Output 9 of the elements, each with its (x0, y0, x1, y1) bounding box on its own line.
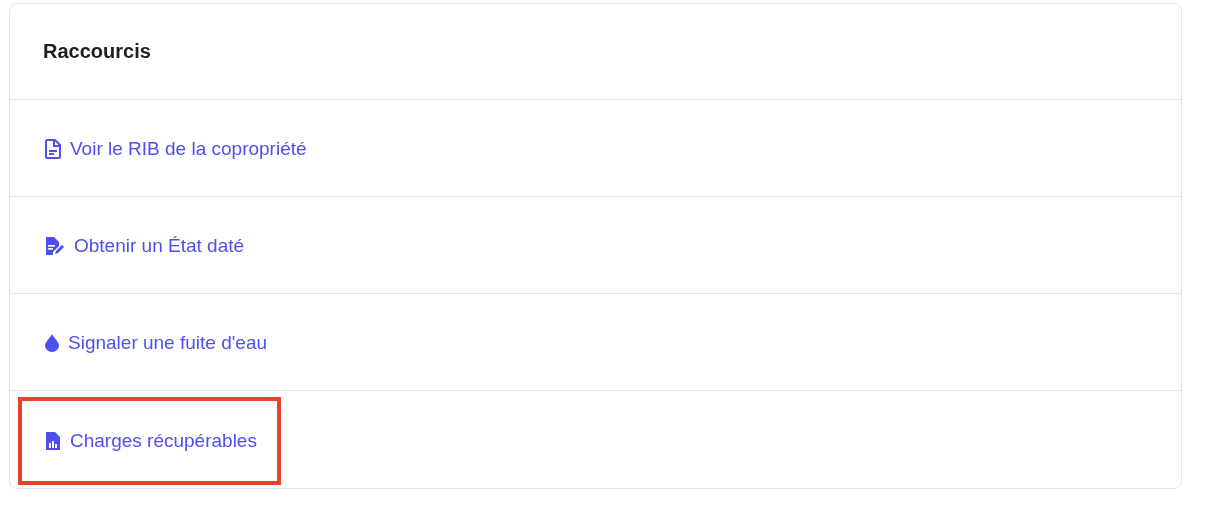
document-icon (45, 139, 61, 159)
shortcut-link[interactable]: Obtenir un État daté (18, 202, 269, 290)
shortcut-link[interactable]: Signaler une fuite d'eau (18, 299, 292, 387)
card-title: Raccourcis (43, 40, 151, 63)
shortcut-link[interactable]: Charges récupérables (18, 396, 281, 485)
shortcut-link[interactable]: Voir le RIB de la copropriété (18, 105, 331, 193)
document-pencil-icon (45, 236, 65, 256)
chart-document-icon (45, 430, 61, 451)
water-drop-icon (45, 334, 59, 352)
